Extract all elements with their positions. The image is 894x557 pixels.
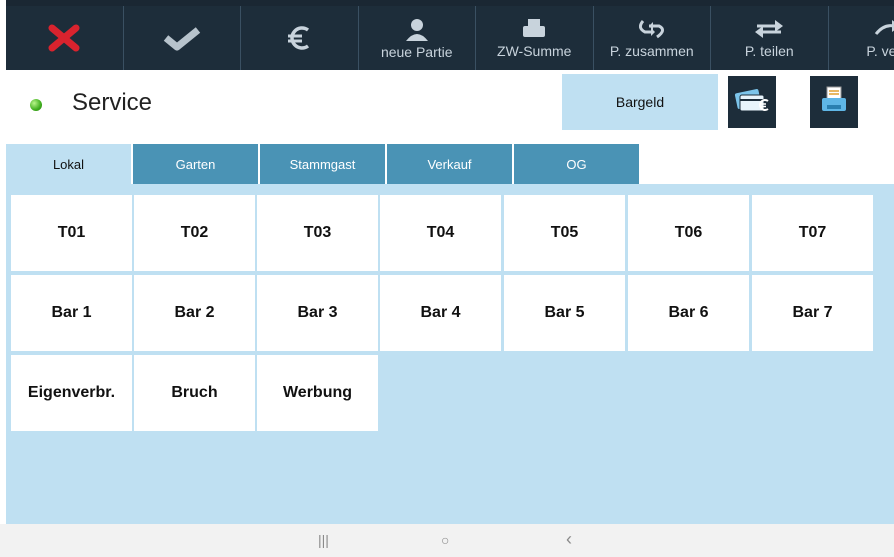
table-button-t04[interactable]: T04 — [380, 195, 501, 271]
tab-garten[interactable]: Garten — [133, 144, 258, 184]
table-button-bar-4[interactable]: Bar 4 — [380, 275, 501, 351]
status-indicator-icon — [30, 99, 42, 111]
swap-arrows-icon — [753, 18, 785, 40]
move-arrow-icon — [872, 18, 894, 40]
merge-party-button[interactable]: P. zusammen — [594, 6, 711, 70]
service-header: Service Bargeld — [6, 70, 894, 144]
merge-arrows-icon — [637, 18, 667, 40]
euro-icon — [284, 23, 314, 53]
page-title: Service — [72, 89, 153, 116]
tab-verkauf[interactable]: Verkauf — [387, 144, 512, 184]
table-button-t05[interactable]: T05 — [504, 195, 625, 271]
table-button-bruch[interactable]: Bruch — [134, 355, 255, 431]
subtotal-label: ZW-Summe — [497, 42, 572, 59]
tab-og[interactable]: OG — [514, 144, 639, 184]
split-party-label: P. teilen — [744, 42, 794, 59]
card-euro-icon — [734, 87, 770, 118]
subtotal-button[interactable]: ZW-Summe — [476, 6, 594, 70]
pay-button[interactable] — [241, 6, 359, 70]
tab-lokal[interactable]: Lokal — [6, 144, 131, 184]
card-payment-button[interactable] — [728, 76, 776, 128]
toolbar: neue Partie ZW-Summe P. zusammen P. teil… — [6, 0, 894, 70]
table-button-bar-5[interactable]: Bar 5 — [504, 275, 625, 351]
table-button-bar-7[interactable]: Bar 7 — [752, 275, 873, 351]
table-button-werbung[interactable]: Werbung — [257, 355, 378, 431]
table-button-t07[interactable]: T07 — [752, 195, 873, 271]
tab-stammgast[interactable]: Stammgast — [260, 144, 385, 184]
confirm-button[interactable] — [124, 6, 241, 70]
person-icon — [404, 17, 430, 41]
cancel-x-icon — [47, 24, 81, 52]
receipt-printer-icon — [819, 85, 849, 120]
table-button-t03[interactable]: T03 — [257, 195, 378, 271]
table-button-t06[interactable]: T06 — [628, 195, 749, 271]
table-button-bar-3[interactable]: Bar 3 — [257, 275, 378, 351]
table-button-eigenverbrauch[interactable]: Eigenverbr. — [11, 355, 132, 431]
table-button-bar-1[interactable]: Bar 1 — [11, 275, 132, 351]
back-icon[interactable]: ‹ — [566, 529, 572, 550]
area-tabs: Lokal Garten Stammgast Verkauf OG — [6, 144, 894, 184]
table-button-t01[interactable]: T01 — [11, 195, 132, 271]
merge-party-label: P. zusammen — [609, 42, 694, 59]
move-party-label: P. vers — [866, 42, 894, 59]
payment-mode-button[interactable]: Bargeld — [562, 74, 718, 130]
table-button-t02[interactable]: T02 — [134, 195, 255, 271]
table-grid: T01 T02 T03 T04 T05 T06 T07 Bar 1 Bar 2 … — [6, 184, 894, 524]
table-button-bar-2[interactable]: Bar 2 — [134, 275, 255, 351]
move-party-button[interactable]: P. vers — [829, 6, 894, 70]
new-party-label: neue Partie — [380, 43, 453, 60]
cancel-button[interactable] — [6, 6, 124, 70]
printer-icon — [521, 18, 547, 40]
checkmark-icon — [162, 24, 202, 52]
table-button-bar-6[interactable]: Bar 6 — [628, 275, 749, 351]
recent-apps-icon[interactable]: ||| — [318, 532, 329, 548]
system-navigation-bar: ||| ○ ‹ — [0, 524, 894, 557]
split-party-button[interactable]: P. teilen — [711, 6, 829, 70]
new-party-button[interactable]: neue Partie — [359, 6, 476, 70]
home-icon[interactable]: ○ — [441, 532, 449, 548]
print-receipt-button[interactable] — [810, 76, 858, 128]
